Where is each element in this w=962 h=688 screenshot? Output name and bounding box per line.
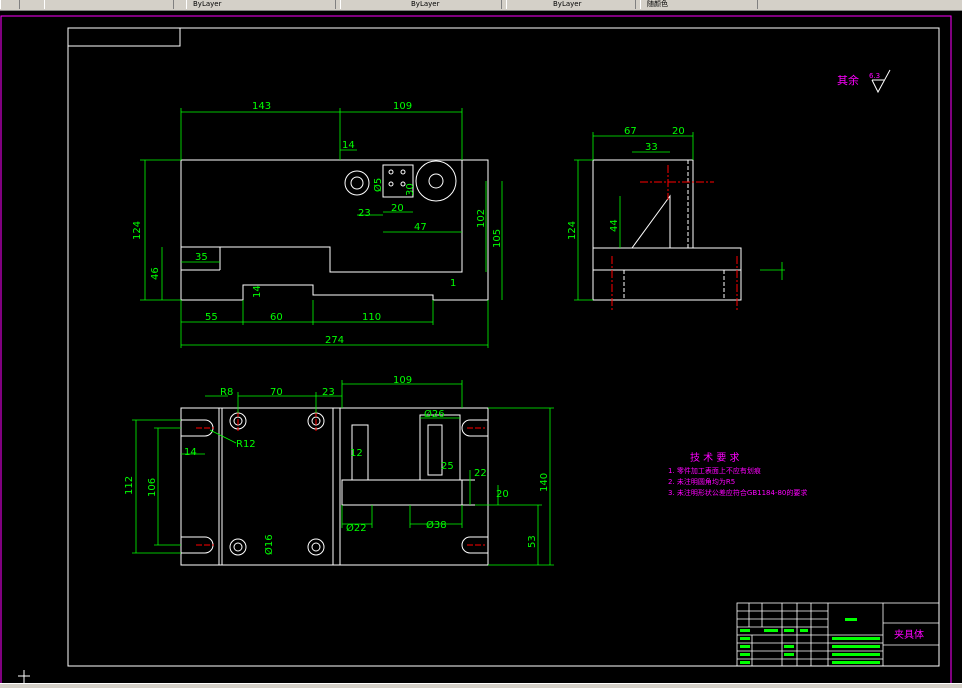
top-upright-hole	[427, 424, 443, 476]
dim-23: 23	[358, 208, 371, 219]
front-hole-left	[344, 170, 370, 196]
top-view-dim-text: R8 70 23 109 R12 112 106 14 Ø26 12 25 22…	[124, 375, 550, 555]
top-dim-106: 106	[147, 478, 158, 497]
front-view-dimensions	[140, 108, 503, 348]
title-block-part-name: 夹具体	[894, 628, 924, 641]
top-dim-53: 53	[527, 535, 538, 548]
dim-1: 1	[450, 278, 456, 289]
lineweight-dropdown[interactable]: ByLayer	[506, 0, 636, 9]
linetype-dropdown-value: ByLayer	[411, 0, 440, 8]
side-rib	[631, 194, 671, 249]
dim-14: 14	[342, 140, 355, 151]
front-pin-3	[388, 181, 394, 187]
dim-14b: 14	[252, 285, 263, 298]
side-dim-20: 20	[672, 126, 685, 137]
side-dim-44: 44	[609, 219, 620, 232]
plotstyle-dropdown-value: 随颜色	[647, 0, 668, 8]
dim-35: 35	[195, 252, 208, 263]
dim-105: 105	[492, 229, 503, 248]
drawing-canvas[interactable]: 其余 6.3 143 109 14 124 46 35 14 55 60 110…	[0, 11, 962, 687]
dim-30: 30	[405, 183, 416, 196]
top-dim-r12: R12	[236, 439, 256, 450]
dim-55: 55	[205, 312, 218, 323]
top-dim-23: 23	[322, 387, 335, 398]
properties-toolbar: ByLayer ByLayer ByLayer 随颜色	[0, 0, 962, 11]
crosshair-cursor	[18, 670, 30, 683]
top-dim-109: 109	[393, 375, 412, 386]
tech-req-item-2: 2. 未注明圆角均为R5	[668, 477, 735, 486]
top-dim-phi16: Ø16	[263, 534, 275, 555]
dim-46: 46	[150, 267, 161, 280]
front-boss-hole	[428, 173, 444, 189]
front-view-outline	[180, 159, 489, 301]
side-base	[592, 247, 742, 301]
top-dim-112: 112	[124, 476, 135, 495]
roughness-value: 6.3	[869, 72, 880, 80]
top-dim-70: 70	[270, 387, 283, 398]
top-boss-bar	[341, 479, 463, 506]
dim-60: 60	[270, 312, 283, 323]
technical-requirements: 技 术 要 求 1. 零件加工表面上不应有划痕 2. 未注明圆角均为R5 3. …	[668, 451, 807, 497]
front-view-dim-text: 143 109 14 124 46 35 14 55 60 110 274 23…	[132, 101, 503, 346]
side-dim-33: 33	[645, 142, 658, 153]
front-view-step	[181, 160, 463, 273]
top-dim-140: 140	[539, 473, 550, 492]
linetype-dropdown[interactable]: ByLayer	[340, 0, 502, 9]
side-dim-124: 124	[567, 221, 578, 240]
lineweight-dropdown-value: ByLayer	[553, 0, 582, 8]
top-dim-12: 12	[350, 448, 363, 459]
toolbar-edge	[0, 0, 20, 9]
drawing-border	[67, 27, 940, 667]
side-view-dimensions	[574, 132, 785, 301]
front-pin-2	[400, 169, 406, 175]
top-hole-4	[307, 538, 325, 556]
dim-124: 124	[132, 221, 143, 240]
layer-dropdown[interactable]: ByLayer	[186, 0, 336, 9]
cad-drawing[interactable]: 其余 6.3 143 109 14 124 46 35 14 55 60 110…	[0, 11, 962, 687]
top-view[interactable]	[180, 407, 489, 566]
plotstyle-dropdown[interactable]: 随颜色	[640, 0, 758, 9]
dim-20: 20	[391, 203, 404, 214]
front-view[interactable]	[180, 159, 489, 301]
roughness-label: 其余	[837, 73, 859, 87]
dim-109: 109	[393, 101, 412, 112]
code-box	[67, 27, 181, 47]
side-upright	[592, 159, 694, 249]
dim-102: 102	[476, 209, 487, 228]
dim-274: 274	[325, 335, 344, 346]
toolbar-dropdown-left[interactable]	[44, 0, 174, 9]
front-pin-1	[388, 169, 394, 175]
top-hole-3	[229, 538, 247, 556]
status-bar	[0, 683, 962, 688]
top-dim-phi38: Ø38	[426, 519, 447, 531]
side-view-dim-text: 67 20 33 124 44	[567, 126, 685, 240]
top-dim-r8: R8	[220, 387, 233, 398]
top-dim-phi22: Ø22	[346, 522, 367, 534]
top-dim-22: 22	[474, 468, 487, 479]
side-dim-67: 67	[624, 126, 637, 137]
top-dim-phi26: Ø26	[424, 408, 445, 420]
top-dim-20: 20	[496, 489, 509, 500]
front-hole-left-inner	[350, 176, 364, 190]
title-block-fills	[740, 618, 880, 664]
tech-req-title: 技 术 要 求	[690, 451, 740, 464]
layer-dropdown-value: ByLayer	[193, 0, 222, 8]
side-view-centerlines	[611, 165, 738, 312]
tech-req-item-3: 3. 未注明形状公差应符合GB1184-80的要求	[668, 488, 807, 497]
dim-143: 143	[252, 101, 271, 112]
dim-phi5: Ø5	[372, 178, 384, 192]
top-dim-14: 14	[184, 447, 197, 458]
paper-boundary	[0, 15, 952, 687]
dim-47: 47	[414, 222, 427, 233]
top-dim-25: 25	[441, 461, 454, 472]
front-boss	[415, 160, 457, 202]
tech-req-item-1: 1. 零件加工表面上不应有划痕	[668, 466, 761, 475]
dim-110: 110	[362, 312, 381, 323]
